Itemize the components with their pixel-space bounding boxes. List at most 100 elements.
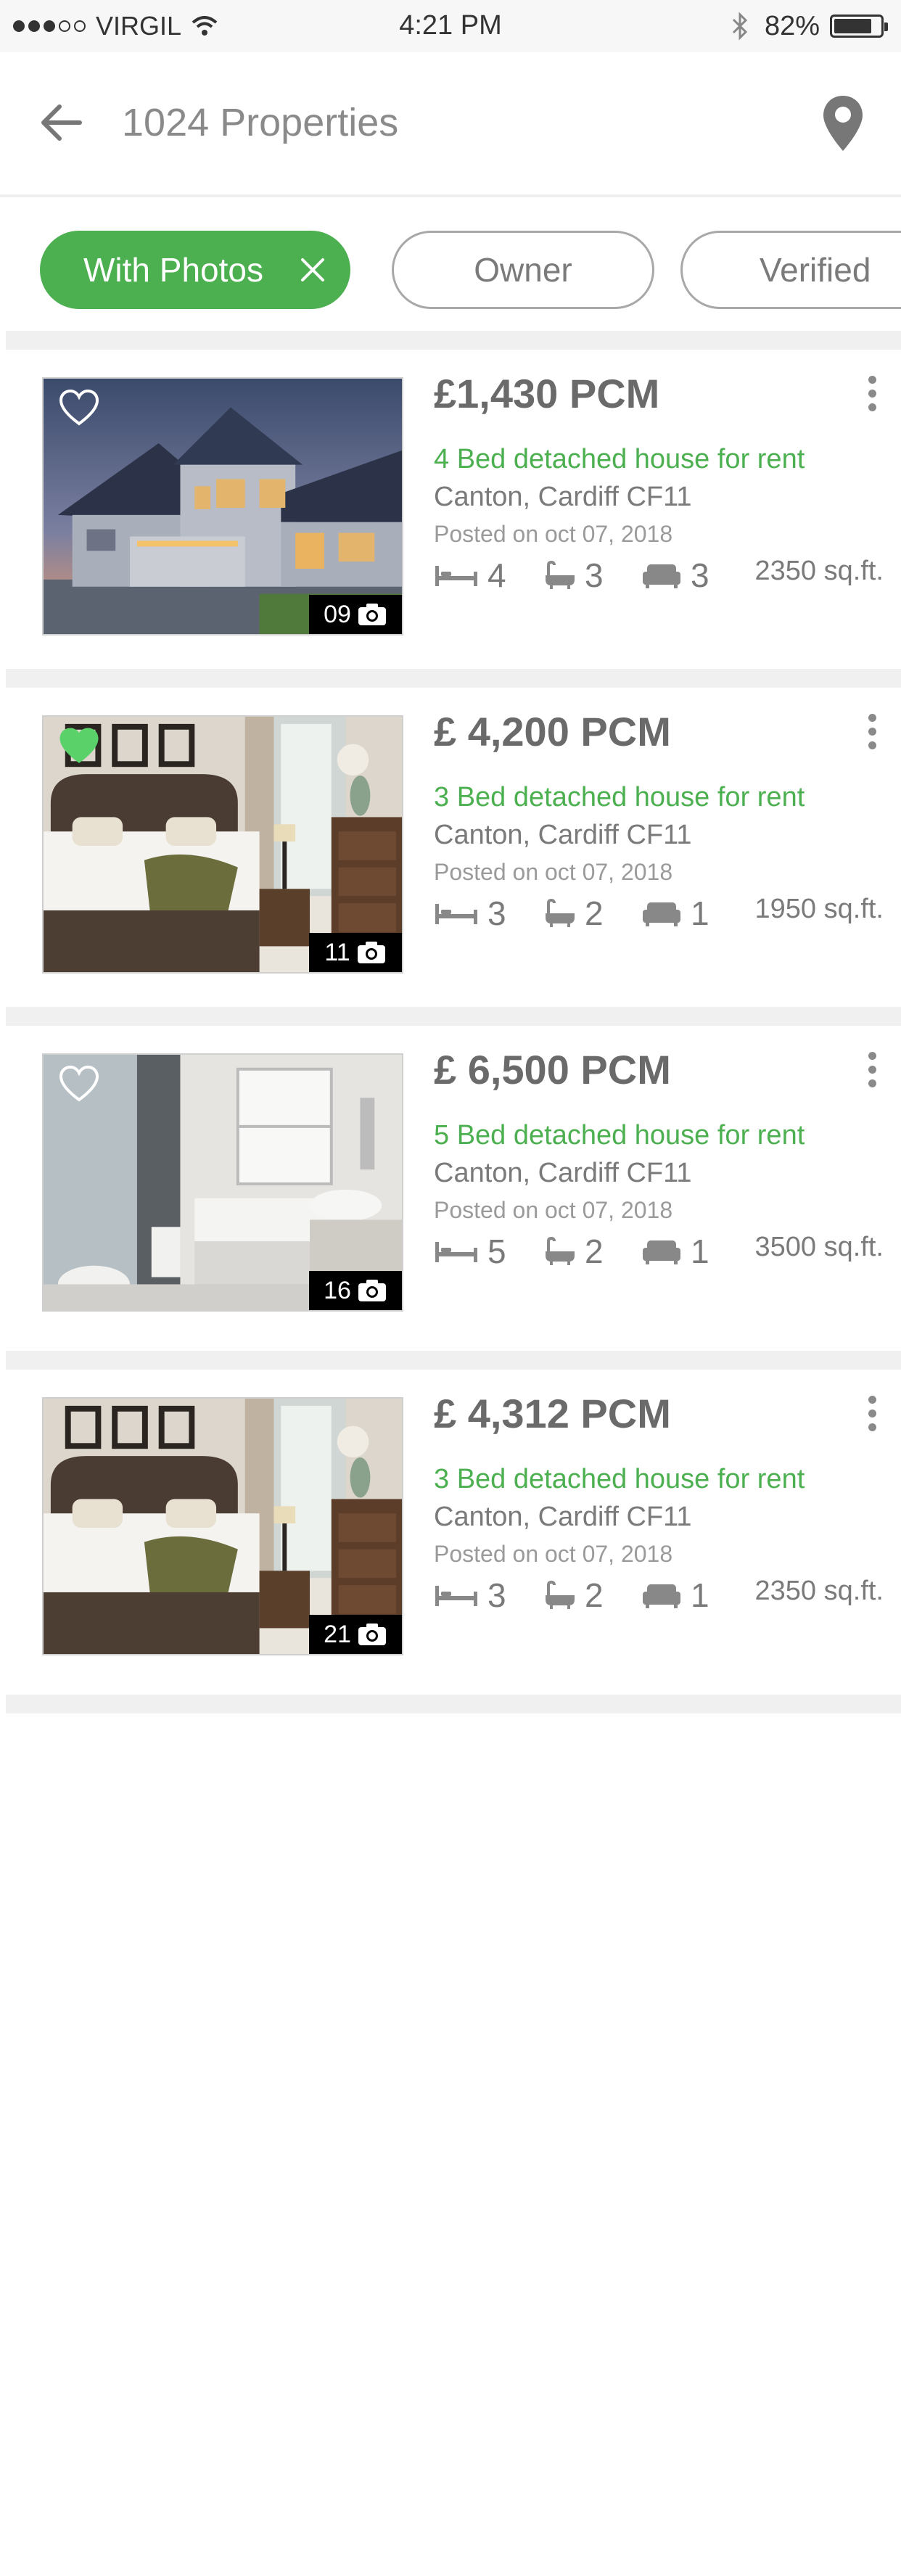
living-room-count: 3 [691, 556, 709, 594]
bluetooth-icon [732, 12, 748, 41]
listing-location: Canton, Cardiff CF11 [434, 482, 692, 512]
bedroom-count: 5 [487, 1233, 506, 1270]
living-room-count: 1 [691, 1576, 709, 1614]
sofa-icon [643, 1240, 680, 1264]
bed-icon [435, 1586, 477, 1606]
more-options-icon[interactable] [863, 376, 881, 419]
divider [6, 1007, 901, 1026]
status-right: 82% [731, 10, 888, 42]
living-rooms: 1 [641, 1576, 709, 1615]
bathtub-icon [546, 899, 575, 927]
listing-features: 3 2 1 2350 sq.ft. [434, 1576, 884, 1619]
favorite-heart-icon[interactable] [58, 727, 100, 765]
listing-photo[interactable]: 21 [42, 1397, 403, 1655]
living-rooms: 1 [641, 894, 709, 933]
listing-location: Canton, Cardiff CF11 [434, 820, 692, 850]
bed-icon [435, 904, 477, 924]
living-rooms: 1 [641, 1232, 709, 1271]
listing-card[interactable]: 21 £ 4,312 PCM 3 Bed detached house for … [6, 1370, 901, 1689]
favorite-heart-icon[interactable] [58, 389, 100, 427]
listing-title[interactable]: 3 Bed detached house for rent [434, 782, 805, 813]
photo-count: 21 [324, 1620, 351, 1648]
more-options-icon[interactable] [863, 1052, 881, 1095]
listing-posted-date: Posted on oct 07, 2018 [434, 1197, 673, 1223]
listing-area: 2350 sq.ft. [754, 556, 884, 586]
filter-chip-label: Verified [760, 251, 871, 289]
listing-location: Canton, Cardiff CF11 [434, 1158, 692, 1188]
bathroom-count: 3 [585, 556, 604, 594]
bed-icon [435, 1242, 477, 1262]
living-rooms: 3 [641, 556, 709, 595]
battery-percent: 82% [764, 10, 820, 41]
filter-chip-verified[interactable]: Verified [680, 231, 901, 309]
sofa-icon [643, 902, 680, 926]
divider [6, 669, 901, 688]
filter-chip-label: Owner [474, 251, 572, 289]
listing-title[interactable]: 3 Bed detached house for rent [434, 1464, 805, 1495]
favorite-heart-icon[interactable] [58, 1065, 100, 1103]
listing-photo[interactable]: 16 [42, 1053, 403, 1312]
listing-price: £ 6,500 PCM [434, 1047, 671, 1092]
battery-icon [830, 15, 888, 38]
listing-area: 2350 sq.ft. [754, 1576, 884, 1606]
listing-card[interactable]: 11 £ 4,200 PCM 3 Bed detached house for … [6, 688, 901, 1007]
listing-title[interactable]: 5 Bed detached house for rent [434, 1120, 805, 1151]
bed-icon [435, 566, 477, 586]
map-pin-icon[interactable] [820, 93, 866, 154]
listing-area: 1950 sq.ft. [754, 894, 884, 924]
bathtub-icon [546, 561, 575, 589]
filter-chip-label: With Photos [83, 251, 263, 289]
camera-icon [357, 942, 385, 963]
bedroom-count: 4 [487, 556, 506, 594]
camera-icon [358, 604, 386, 625]
divider [6, 1695, 901, 1713]
more-options-icon[interactable] [863, 714, 881, 757]
photo-count-badge: 16 [309, 1271, 402, 1310]
bathtub-icon [546, 1581, 575, 1609]
bathrooms: 3 [544, 556, 604, 595]
photo-count: 11 [324, 938, 350, 966]
status-bar: VIRGIL 4:21 PM 82% [0, 0, 901, 52]
back-arrow-icon[interactable] [36, 97, 87, 148]
photo-count-badge: 21 [309, 1615, 402, 1654]
sofa-icon [643, 1584, 680, 1608]
listing-features: 3 2 1 1950 sq.ft. [434, 894, 884, 937]
listing-price: £ 4,200 PCM [434, 709, 671, 754]
camera-icon [358, 1624, 386, 1645]
bedrooms: 3 [434, 1576, 506, 1615]
living-room-count: 1 [691, 1233, 709, 1270]
filter-chip-owner[interactable]: Owner [392, 231, 654, 309]
bathroom-count: 2 [585, 1576, 604, 1614]
listing-title[interactable]: 4 Bed detached house for rent [434, 444, 805, 475]
divider [6, 1351, 901, 1370]
bathrooms: 2 [544, 1232, 604, 1271]
bedroom-count: 3 [487, 1576, 506, 1614]
listing-posted-date: Posted on oct 07, 2018 [434, 859, 673, 885]
listing-price: £ 4,312 PCM [434, 1391, 671, 1436]
bedroom-count: 3 [487, 894, 506, 932]
listing-photo[interactable]: 11 [42, 715, 403, 974]
listing-price: £1,430 PCM [434, 371, 660, 416]
photo-count-badge: 09 [309, 595, 402, 634]
listing-area: 3500 sq.ft. [754, 1232, 884, 1262]
more-options-icon[interactable] [863, 1396, 881, 1439]
bathroom-count: 2 [585, 1233, 604, 1270]
listing-photo[interactable]: 09 [42, 377, 403, 635]
listing-posted-date: Posted on oct 07, 2018 [434, 521, 673, 547]
listing-card[interactable]: 16 £ 6,500 PCM 5 Bed detached house for … [6, 1026, 901, 1345]
filter-chip-with-photos[interactable]: With Photos [40, 231, 350, 309]
listing-card[interactable]: 09 £1,430 PCM 4 Bed detached house for r… [6, 350, 901, 669]
camera-icon [358, 1280, 386, 1301]
filter-bar: With Photos Owner Verified [0, 200, 901, 331]
bedrooms: 4 [434, 556, 506, 595]
listing-location: Canton, Cardiff CF11 [434, 1502, 692, 1532]
remove-filter-icon[interactable] [298, 255, 327, 284]
listing-posted-date: Posted on oct 07, 2018 [434, 1541, 673, 1567]
page-title: 1024 Properties [122, 101, 399, 144]
bathrooms: 2 [544, 1576, 604, 1615]
living-room-count: 1 [691, 894, 709, 932]
sofa-icon [643, 564, 680, 588]
bedrooms: 5 [434, 1232, 506, 1271]
photo-count-badge: 11 [309, 933, 402, 972]
bedrooms: 3 [434, 894, 506, 933]
